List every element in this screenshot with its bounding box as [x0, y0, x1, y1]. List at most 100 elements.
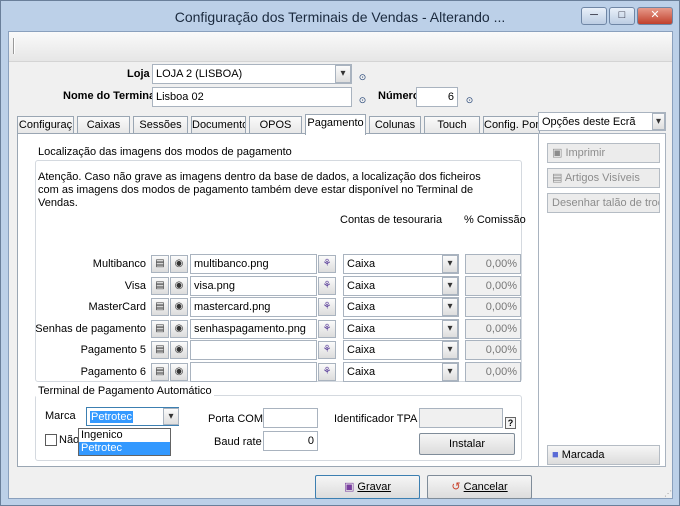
toolbar-grip[interactable]: [13, 38, 15, 54]
numero-label: Número: [378, 90, 420, 102]
browse-icon[interactable]: ⚘: [318, 341, 336, 359]
instalar-button[interactable]: Instalar: [419, 433, 515, 455]
list-icon[interactable]: ▤: [151, 362, 169, 381]
printer-icon: ▣: [552, 147, 566, 159]
resize-grip[interactable]: ⋰: [664, 490, 672, 498]
app-window: Configuração dos Terminais de Vendas - A…: [0, 0, 680, 506]
camera-icon[interactable]: ◉: [170, 276, 188, 295]
nao-checkbox-label: Não: [59, 434, 80, 446]
tab-sessoes[interactable]: Sessões: [133, 116, 188, 134]
nome-terminal-input[interactable]: Lisboa 02: [152, 87, 352, 107]
marca-option-ingenico[interactable]: Ingenico: [79, 429, 170, 442]
payment-label: Multibanco: [92, 258, 146, 270]
list-icon: ▤: [552, 172, 565, 184]
porta-com-input[interactable]: [263, 408, 318, 428]
browse-icon[interactable]: ⚘: [318, 276, 336, 295]
loja-dropdown-button[interactable]: ▾: [335, 65, 351, 83]
opcoes-ecra-select[interactable]: Opções deste Ecrã: [538, 112, 666, 131]
tab-caixas[interactable]: Caixas: [77, 116, 130, 134]
help-icon[interactable]: ?: [505, 417, 516, 429]
tab-opos[interactable]: OPOS: [249, 116, 302, 134]
camera-icon[interactable]: ◉: [170, 362, 188, 381]
cancel-icon: ↺: [451, 481, 464, 493]
marca-dropdown-list: Ingenico Petrotec: [78, 428, 171, 456]
payment-label: MasterCard: [88, 301, 146, 313]
comissao-input[interactable]: 0,00%: [465, 361, 521, 382]
tab-touch[interactable]: Touch: [424, 116, 480, 134]
payment-label: Senhas de pagamento: [35, 322, 146, 335]
chevron-down-icon[interactable]: ▾: [442, 276, 458, 295]
nao-checkbox[interactable]: [45, 434, 57, 446]
window-title: Configuração dos Terminais de Vendas - A…: [174, 9, 506, 25]
list-icon[interactable]: ▤: [151, 276, 169, 295]
list-icon[interactable]: ▤: [151, 298, 169, 316]
imprimir-button[interactable]: ▣ Imprimir: [547, 143, 660, 163]
chevron-down-icon[interactable]: ▾: [442, 298, 458, 316]
identificador-tpa-input[interactable]: [419, 408, 503, 428]
numero-search-icon[interactable]: ⊙: [463, 94, 476, 107]
marca-label: Marca: [45, 410, 76, 422]
minimize-button[interactable]: ─: [581, 7, 607, 25]
chevron-down-icon[interactable]: ▾: [442, 319, 458, 338]
images-group-title: Localização das imagens dos modos de pag…: [38, 146, 292, 158]
browse-icon[interactable]: ⚘: [318, 362, 336, 381]
image-file-input[interactable]: [190, 361, 317, 382]
image-file-input[interactable]: [190, 340, 317, 360]
payment-label: Visa: [124, 279, 146, 292]
chevron-down-icon[interactable]: ▾: [442, 255, 458, 273]
pagamento-panel: Localização das imagens dos modos de pag…: [17, 133, 540, 467]
chevron-down-icon: ▾: [340, 68, 346, 79]
list-icon[interactable]: ▤: [151, 255, 169, 273]
browse-icon[interactable]: ⚘: [318, 319, 336, 338]
baud-rate-input[interactable]: 0: [263, 431, 318, 451]
loja-search-icon[interactable]: ⊙: [356, 71, 369, 84]
list-icon[interactable]: ▤: [151, 319, 169, 338]
close-icon: ✕: [650, 9, 660, 21]
image-file-input[interactable]: multibanco.png: [190, 254, 317, 274]
comissao-input[interactable]: 0,00%: [465, 340, 521, 360]
tab-documento[interactable]: Documento: [191, 116, 246, 134]
tab-configuracao[interactable]: Configuraç: [17, 116, 74, 134]
tab-colunas[interactable]: Colunas: [369, 116, 421, 134]
numero-input[interactable]: 6: [416, 87, 458, 107]
camera-icon[interactable]: ◉: [170, 255, 188, 273]
comissao-input[interactable]: 0,00%: [465, 297, 521, 317]
comissao-input[interactable]: 0,00%: [465, 318, 521, 339]
chevron-down-icon[interactable]: ▾: [442, 341, 458, 359]
image-file-input[interactable]: mastercard.png: [190, 297, 317, 317]
chevron-down-icon[interactable]: ▾: [442, 362, 458, 381]
identificador-tpa-label: Identificador TPA: [334, 413, 418, 425]
loja-select[interactable]: LOJA 2 (LISBOA): [152, 64, 352, 84]
artigos-visiveis-button[interactable]: ▤ Artigos Visíveis: [547, 168, 660, 188]
tab-pagamento[interactable]: Pagamento: [305, 114, 366, 135]
browse-icon[interactable]: ⚘: [318, 255, 336, 273]
comissao-column-header: % Comissão: [464, 214, 526, 226]
opcoes-dropdown-button[interactable]: ▾: [652, 113, 665, 130]
desenhar-talao-button[interactable]: Desenhar talão de troca: [547, 193, 660, 213]
camera-icon[interactable]: ◉: [170, 319, 188, 338]
payment-label: Pagamento 6: [80, 365, 146, 378]
marcada-button[interactable]: ■ Marcada: [547, 445, 660, 465]
tab-config-port[interactable]: Config. Port: [483, 116, 540, 134]
comissao-input[interactable]: 0,00%: [465, 254, 521, 274]
title-bar: Configuração dos Terminais de Vendas - A…: [1, 1, 679, 31]
loja-label: Loja: [127, 68, 150, 80]
cancelar-button[interactable]: ↺ Cancelar: [427, 475, 532, 499]
side-panel: ▣ Imprimir ▤ Artigos Visíveis Desenhar t…: [538, 133, 666, 467]
tpa-group-title: Terminal de Pagamento Automático: [36, 385, 214, 397]
minimize-icon: ─: [590, 9, 598, 21]
list-icon[interactable]: ▤: [151, 341, 169, 359]
close-button[interactable]: ✕: [637, 7, 673, 25]
nome-search-icon[interactable]: ⊙: [356, 94, 369, 107]
gravar-button[interactable]: ▣ Gravar: [315, 475, 420, 499]
marca-option-petrotec[interactable]: Petrotec: [79, 442, 170, 455]
browse-icon[interactable]: ⚘: [318, 298, 336, 316]
marca-dropdown-button[interactable]: ▾: [163, 408, 179, 425]
camera-icon[interactable]: ◉: [170, 341, 188, 359]
image-file-input[interactable]: visa.png: [190, 275, 317, 296]
maximize-button[interactable]: □: [609, 7, 635, 25]
camera-icon[interactable]: ◉: [170, 298, 188, 316]
image-file-input[interactable]: senhaspagamento.png: [190, 318, 317, 339]
save-icon: ▣: [343, 481, 358, 493]
comissao-input[interactable]: 0,00%: [465, 275, 521, 296]
